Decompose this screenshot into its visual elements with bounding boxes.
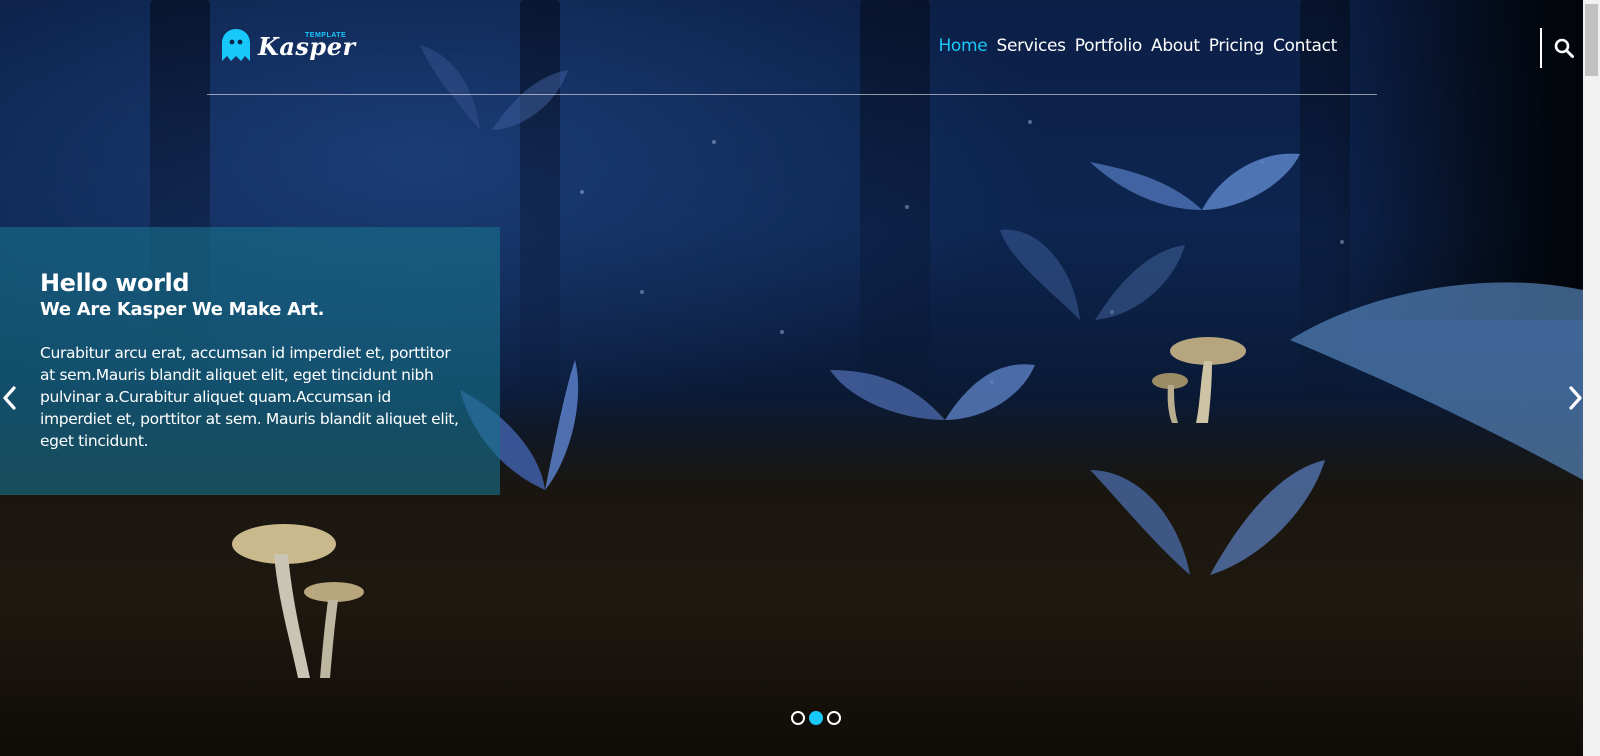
particle (905, 205, 909, 209)
search-button[interactable] (1540, 28, 1582, 68)
particle (712, 140, 716, 144)
particle (1028, 120, 1032, 124)
nav-item-contact[interactable]: Contact (1273, 36, 1337, 56)
particle (580, 190, 584, 194)
butterfly-image (1290, 282, 1583, 480)
site-header: Kasper TEMPLATE Home Services Portfolio … (207, 0, 1377, 96)
slider-bullet-2[interactable] (809, 711, 823, 725)
nav-item-services[interactable]: Services (996, 36, 1066, 56)
mushroom-image (1152, 337, 1246, 423)
slide-caption: Hello world We Are Kasper We Make Art. C… (0, 227, 500, 495)
nav-item-about[interactable]: About (1151, 36, 1200, 56)
logo-tag: TEMPLATE (305, 32, 347, 39)
butterfly-image (1000, 229, 1185, 320)
slider-bullet-1[interactable] (791, 711, 805, 725)
slide-subtitle: We Are Kasper We Make Art. (40, 299, 325, 320)
nav-item-pricing[interactable]: Pricing (1209, 36, 1265, 56)
slider-bullet-3[interactable] (827, 711, 841, 725)
ghost-logo-icon (222, 29, 250, 61)
nav-item-home[interactable]: Home (938, 36, 987, 56)
slide-title: Hello world (40, 269, 190, 297)
slider-bullets (791, 711, 841, 725)
chevron-right-icon (1569, 386, 1582, 410)
logo[interactable]: Kasper TEMPLATE (222, 26, 355, 66)
header-divider (207, 94, 1377, 95)
particle (640, 290, 644, 294)
slider-prev-button[interactable] (0, 384, 20, 412)
page-scrollbar[interactable] (1583, 0, 1600, 756)
search-icon (1554, 38, 1574, 58)
particle (780, 330, 784, 334)
chevron-left-icon (3, 386, 16, 410)
slider-next-button[interactable] (1565, 384, 1585, 412)
mushroom-image (232, 524, 364, 678)
particle (1340, 240, 1344, 244)
main-nav: Home Services Portfolio About Pricing Co… (938, 36, 1337, 56)
scrollbar-thumb[interactable] (1585, 4, 1598, 76)
butterfly-image (830, 364, 1035, 420)
butterfly-image (1090, 153, 1300, 210)
butterfly-image (1090, 460, 1325, 575)
nav-item-portfolio[interactable]: Portfolio (1075, 36, 1143, 56)
slide-body: Curabitur arcu erat, accumsan id imperdi… (40, 344, 459, 450)
page: Kasper TEMPLATE Home Services Portfolio … (0, 0, 1600, 756)
